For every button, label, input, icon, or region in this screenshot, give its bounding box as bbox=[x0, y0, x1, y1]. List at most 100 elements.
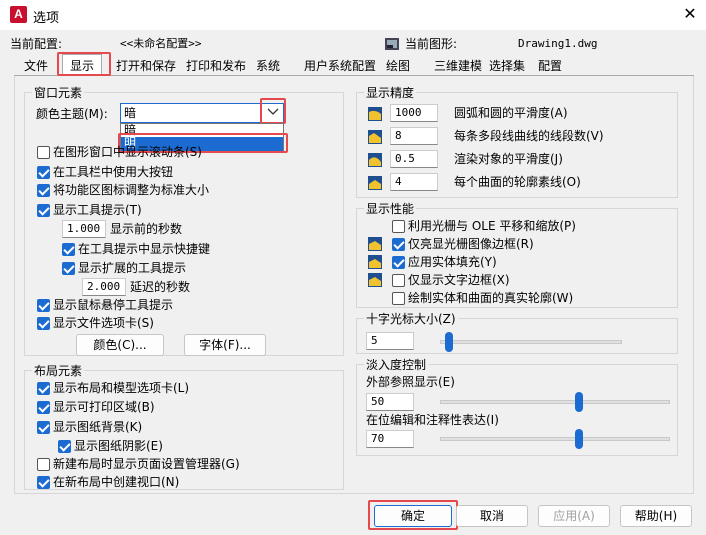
page-setup-label: 新建布局时显示页面设置管理器(G) bbox=[53, 457, 240, 471]
render-smoothness-label: 渲染对象的平滑度(J) bbox=[454, 152, 563, 166]
true-silhouettes-checkbox[interactable] bbox=[392, 292, 405, 305]
drawing-file-icon bbox=[384, 36, 400, 52]
shortcut-keys-label: 在工具提示中显示快捷键 bbox=[78, 242, 211, 256]
tooltips-checkbox[interactable] bbox=[37, 204, 50, 217]
tab-selection[interactable]: 选择集 bbox=[487, 56, 527, 76]
layout-elements-title: 布局元素 bbox=[32, 364, 85, 378]
highlight-raster-icon bbox=[367, 236, 383, 252]
file-tabs-label: 显示文件选项卡(S) bbox=[53, 316, 154, 330]
crosshair-slider-thumb[interactable] bbox=[445, 332, 454, 352]
cancel-button[interactable]: 取消 bbox=[456, 505, 528, 527]
polyline-segments-icon bbox=[367, 129, 383, 145]
inplace-slider-thumb[interactable] bbox=[575, 429, 584, 449]
xref-fade-label: 外部参照显示(E) bbox=[366, 375, 455, 389]
tooltips-label: 显示工具提示(T) bbox=[53, 203, 142, 217]
window-elements-title: 窗口元素 bbox=[32, 86, 85, 100]
printable-area-label: 显示可打印区域(B) bbox=[53, 400, 155, 414]
highlight-raster-checkbox[interactable] bbox=[392, 238, 405, 251]
arc-smoothness-input[interactable]: 1000 bbox=[390, 104, 438, 122]
text-frame-label: 仅显示文字边框(X) bbox=[408, 273, 510, 287]
text-frame-checkbox[interactable] bbox=[392, 274, 405, 287]
current-profile-label: 当前配置: bbox=[10, 37, 63, 51]
paper-shadow-checkbox[interactable] bbox=[58, 440, 71, 453]
tab-open-save[interactable]: 打开和保存 bbox=[114, 56, 178, 76]
current-profile-value: <<未命名配置>> bbox=[120, 37, 202, 50]
display-performance-title: 显示性能 bbox=[364, 202, 417, 216]
solid-fill-label: 应用实体填充(Y) bbox=[408, 255, 497, 269]
create-viewport-checkbox[interactable] bbox=[37, 476, 50, 489]
render-smoothness-input[interactable]: 0.5 bbox=[390, 150, 438, 168]
layout-tabs-checkbox[interactable] bbox=[37, 382, 50, 395]
page-setup-checkbox[interactable] bbox=[37, 458, 50, 471]
rollover-tooltips-label: 显示鼠标悬停工具提示 bbox=[53, 298, 174, 312]
inplace-fade-input[interactable]: 70 bbox=[366, 430, 414, 448]
paper-background-label: 显示图纸背景(K) bbox=[53, 420, 143, 434]
resize-ribbon-label: 将功能区图标调整为标准大小 bbox=[53, 183, 210, 197]
current-drawing-value: Drawing1.dwg bbox=[518, 37, 598, 50]
contour-lines-icon bbox=[367, 175, 383, 191]
shortcut-keys-checkbox[interactable] bbox=[62, 243, 75, 256]
crosshair-title: 十字光标大小(Z) bbox=[364, 312, 458, 326]
tab-3d-modeling[interactable]: 三维建模 bbox=[432, 56, 484, 76]
apply-button: 应用(A) bbox=[538, 505, 610, 527]
polyline-segments-label: 每条多段线曲线的线段数(V) bbox=[454, 129, 604, 143]
ok-button[interactable]: 确定 bbox=[374, 505, 452, 527]
contour-lines-input[interactable]: 4 bbox=[390, 173, 438, 191]
colors-button[interactable]: 颜色(C)... bbox=[76, 334, 164, 356]
inplace-fade-label: 在位编辑和注释性表达(I) bbox=[366, 413, 499, 427]
render-smoothness-icon bbox=[367, 152, 383, 168]
tab-drafting[interactable]: 绘图 bbox=[384, 56, 412, 76]
extended-delay-input[interactable]: 2.000 bbox=[82, 278, 126, 296]
contour-lines-label: 每个曲面的轮廓素线(O) bbox=[454, 175, 581, 189]
title-bar bbox=[0, 0, 706, 30]
tab-plot-publish[interactable]: 打印和发布 bbox=[184, 56, 248, 76]
arc-smoothness-icon bbox=[367, 106, 383, 122]
help-button[interactable]: 帮助(H) bbox=[620, 505, 692, 527]
xref-slider-track[interactable] bbox=[440, 400, 670, 404]
tab-user-preferences[interactable]: 用户系统配置 bbox=[302, 56, 378, 76]
fonts-button[interactable]: 字体(F)... bbox=[184, 334, 266, 356]
tooltip-delay-label: 显示前的秒数 bbox=[110, 222, 183, 236]
fade-control-title: 淡入度控制 bbox=[364, 358, 429, 372]
layout-tabs-label: 显示布局和模型选项卡(L) bbox=[53, 381, 190, 395]
large-buttons-checkbox[interactable] bbox=[37, 166, 50, 179]
paper-background-checkbox[interactable] bbox=[37, 421, 50, 434]
close-icon[interactable]: ✕ bbox=[680, 4, 700, 24]
large-buttons-label: 在工具栏中使用大按钮 bbox=[53, 165, 174, 179]
window-title: 选项 bbox=[33, 11, 60, 26]
tab-files[interactable]: 文件 bbox=[22, 56, 50, 76]
text-frame-icon bbox=[367, 272, 383, 288]
true-silhouettes-label: 绘制实体和曲面的真实轮廓(W) bbox=[408, 291, 574, 305]
arc-smoothness-label: 圆弧和圆的平滑度(A) bbox=[454, 106, 568, 120]
raster-pan-label: 利用光栅与 OLE 平移和缩放(P) bbox=[408, 219, 576, 233]
printable-area-checkbox[interactable] bbox=[37, 401, 50, 414]
crosshair-slider-track[interactable] bbox=[440, 340, 622, 344]
tab-profiles[interactable]: 配置 bbox=[536, 56, 564, 76]
extended-tooltips-checkbox[interactable] bbox=[62, 262, 75, 275]
scrollbars-checkbox[interactable] bbox=[37, 146, 50, 159]
tab-highlight-box bbox=[57, 52, 111, 76]
xref-fade-input[interactable]: 50 bbox=[366, 393, 414, 411]
solid-fill-checkbox[interactable] bbox=[392, 256, 405, 269]
color-theme-value: 暗 bbox=[124, 106, 137, 120]
display-resolution-title: 显示精度 bbox=[364, 86, 417, 100]
rollover-tooltips-checkbox[interactable] bbox=[37, 299, 50, 312]
current-drawing-label: 当前图形: bbox=[405, 37, 458, 51]
paper-shadow-label: 显示图纸阴影(E) bbox=[74, 439, 163, 453]
scrollbars-label: 在图形窗口中显示滚动条(S) bbox=[53, 145, 202, 159]
xref-slider-thumb[interactable] bbox=[575, 392, 584, 412]
create-viewport-label: 在新布局中创建视口(N) bbox=[53, 475, 180, 489]
crosshair-size-input[interactable]: 5 bbox=[366, 332, 414, 350]
raster-pan-checkbox[interactable] bbox=[392, 220, 405, 233]
tab-system[interactable]: 系统 bbox=[254, 56, 282, 76]
tooltip-delay-input[interactable]: 1.000 bbox=[62, 220, 106, 238]
resize-ribbon-checkbox[interactable] bbox=[37, 184, 50, 197]
highlight-raster-label: 仅亮显光栅图像边框(R) bbox=[408, 237, 534, 251]
chevron-down-icon[interactable] bbox=[266, 106, 280, 118]
file-tabs-checkbox[interactable] bbox=[37, 317, 50, 330]
inplace-slider-track[interactable] bbox=[440, 437, 670, 441]
color-theme-label: 颜色主题(M): bbox=[36, 107, 108, 121]
polyline-segments-input[interactable]: 8 bbox=[390, 127, 438, 145]
autocad-logo-icon: A bbox=[10, 6, 27, 23]
extended-delay-label: 延迟的秒数 bbox=[130, 280, 191, 294]
